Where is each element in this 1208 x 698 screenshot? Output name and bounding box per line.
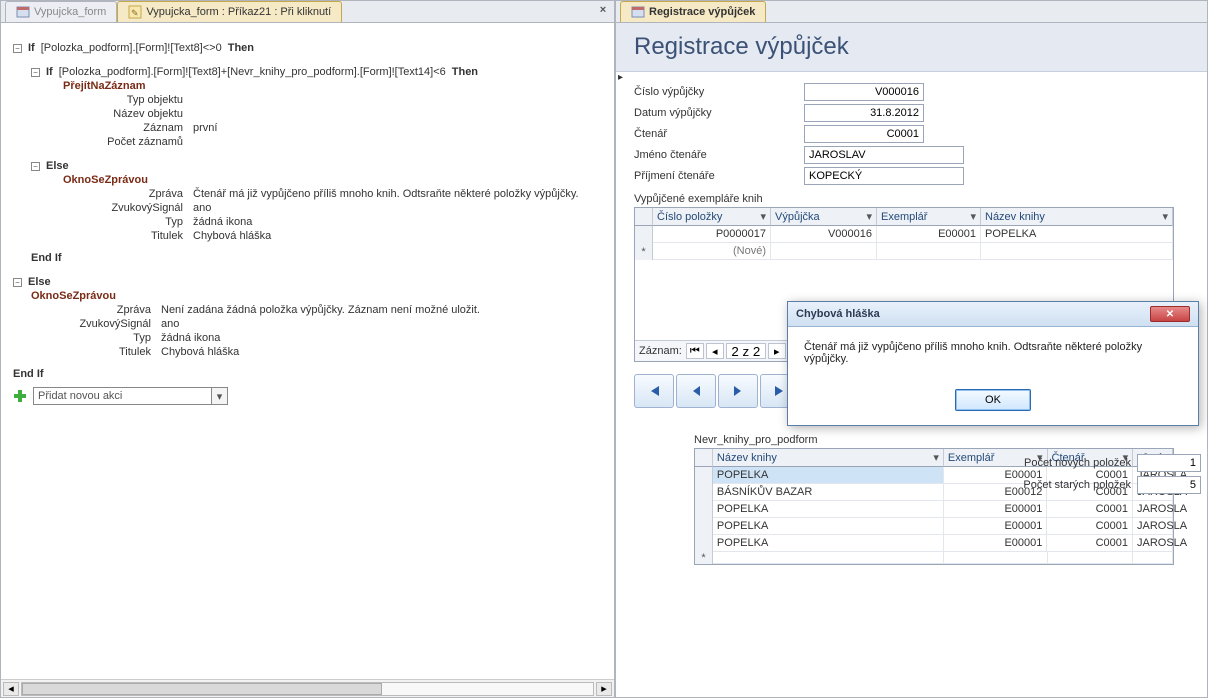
- field-label: Počet nových položek: [1024, 457, 1131, 469]
- ok-button[interactable]: OK: [955, 389, 1031, 411]
- field-label: Příjmení čtenáře: [634, 170, 804, 182]
- new-row[interactable]: *: [695, 552, 1173, 564]
- svg-text:✎: ✎: [131, 8, 139, 18]
- table-row[interactable]: P0000017 V000016 E00001 POPELKA: [635, 226, 1173, 243]
- collapse-icon[interactable]: −: [31, 162, 40, 171]
- new-record-icon: *: [695, 552, 713, 564]
- goto-args: Typ objektu Název objektu Záznamprvní Po…: [13, 93, 602, 149]
- collapse-icon[interactable]: −: [13, 44, 22, 53]
- scroll-left-icon[interactable]: ◂: [3, 682, 19, 696]
- scroll-right-icon[interactable]: ▸: [596, 682, 612, 696]
- prev-record-button[interactable]: ◂: [706, 343, 724, 359]
- then-keyword: Then: [228, 42, 254, 54]
- form-icon: [631, 5, 645, 19]
- tab-label: Registrace výpůjček: [649, 6, 755, 18]
- new-count-field[interactable]: 1: [1137, 454, 1201, 472]
- prev-button[interactable]: [676, 374, 716, 408]
- field-label: Číslo výpůjčky: [634, 86, 804, 98]
- table-row[interactable]: POPELKAE00001C0001JAROSLA: [695, 518, 1173, 535]
- column-header[interactable]: Název knihy▾: [981, 208, 1173, 226]
- then-keyword: Then: [452, 66, 478, 78]
- macro-body: − If [Polozka_podform].[Form]![Text8]<>0…: [1, 23, 614, 679]
- table-row[interactable]: POPELKAE00001C0001JAROSLA: [695, 535, 1173, 552]
- collapse-icon[interactable]: −: [31, 68, 40, 77]
- horizontal-scrollbar[interactable]: ◂ ▸: [1, 679, 614, 697]
- first-record-button[interactable]: ⏮: [686, 343, 704, 359]
- column-header[interactable]: Exemplář▾: [877, 208, 981, 226]
- macro-command[interactable]: OknoSeZprávou: [31, 290, 116, 302]
- tab-registrace[interactable]: Registrace výpůjček: [620, 1, 766, 22]
- field-label: Jméno čtenáře: [634, 149, 804, 161]
- endif-keyword: End If: [13, 368, 44, 380]
- dialog-text: Čtenář má již vypůjčeno příliš mnoho kni…: [788, 327, 1198, 379]
- right-tab-bar: Registrace výpůjček: [616, 1, 1207, 23]
- left-tab-bar: Vypujcka_form ✎ Vypujcka_form : Příkaz21…: [1, 1, 614, 23]
- error-dialog: Chybová hláška ✕ Čtenář má již vypůjčeno…: [787, 301, 1199, 426]
- next-record-button[interactable]: ▸: [768, 343, 786, 359]
- dialog-title: Chybová hláška: [796, 308, 880, 320]
- next-button[interactable]: [718, 374, 758, 408]
- condition-expr[interactable]: [Polozka_podform].[Form]![Text8]+[Nevr_k…: [59, 66, 446, 78]
- record-selector-icon[interactable]: ▸: [618, 72, 623, 83]
- form-icon: [16, 5, 30, 19]
- if-keyword: If: [46, 66, 53, 78]
- ctenar-field[interactable]: C0001: [804, 125, 924, 143]
- if-keyword: If: [28, 42, 35, 54]
- macro-icon: ✎: [128, 5, 142, 19]
- column-header[interactable]: Název knihy▾: [713, 449, 944, 467]
- column-header[interactable]: Číslo položky▾: [653, 208, 771, 226]
- registration-form-pane: Registrace výpůjček Registrace výpůjček …: [615, 0, 1208, 698]
- close-icon[interactable]: ×: [595, 4, 611, 18]
- close-button[interactable]: ✕: [1150, 306, 1190, 322]
- old-count-field[interactable]: 5: [1137, 476, 1201, 494]
- endif-keyword: End If: [31, 252, 62, 264]
- jmeno-field[interactable]: JAROSLAV: [804, 146, 964, 164]
- macro-editor-pane: Vypujcka_form ✎ Vypujcka_form : Příkaz21…: [0, 0, 615, 698]
- table-row[interactable]: POPELKAE00001C0001JAROSLA: [695, 501, 1173, 518]
- column-header[interactable]: Výpůjčka▾: [771, 208, 877, 226]
- section-label: Vypůjčené exempláře knih: [634, 193, 1189, 205]
- else-keyword: Else: [46, 160, 69, 172]
- chevron-down-icon[interactable]: ▾: [211, 388, 227, 404]
- add-icon[interactable]: [13, 389, 27, 403]
- add-action-combo[interactable]: Přidat novou akci ▾: [33, 387, 228, 405]
- else-keyword: Else: [28, 276, 51, 288]
- prijmeni-field[interactable]: KOPECKÝ: [804, 167, 964, 185]
- macro-command[interactable]: PřejítNaZáznam: [63, 80, 146, 92]
- field-label: Čtenář: [634, 128, 804, 140]
- condition-expr[interactable]: [Polozka_podform].[Form]![Text8]<>0: [41, 42, 222, 54]
- new-row[interactable]: * (Nové): [635, 243, 1173, 260]
- record-position-input[interactable]: [726, 343, 766, 359]
- tab-vypujcka-form[interactable]: Vypujcka_form: [5, 1, 117, 22]
- first-button[interactable]: [634, 374, 674, 408]
- field-label: Počet starých položek: [1023, 479, 1131, 491]
- tab-label: Vypujcka_form : Příkaz21 : Při kliknutí: [146, 6, 331, 18]
- new-record-icon: *: [635, 243, 653, 260]
- field-label: Datum výpůjčky: [634, 107, 804, 119]
- section-label: Nevr_knihy_pro_podform: [694, 434, 1189, 446]
- datum-field[interactable]: 31.8.2012: [804, 104, 924, 122]
- macro-command[interactable]: OknoSeZprávou: [63, 174, 148, 186]
- tab-macro-active[interactable]: ✎ Vypujcka_form : Příkaz21 : Při kliknut…: [117, 1, 342, 22]
- page-title: Registrace výpůjček: [616, 23, 1207, 72]
- cislo-vypujcky-field[interactable]: V000016: [804, 83, 924, 101]
- collapse-icon[interactable]: −: [13, 278, 22, 287]
- tab-label: Vypujcka_form: [34, 6, 106, 18]
